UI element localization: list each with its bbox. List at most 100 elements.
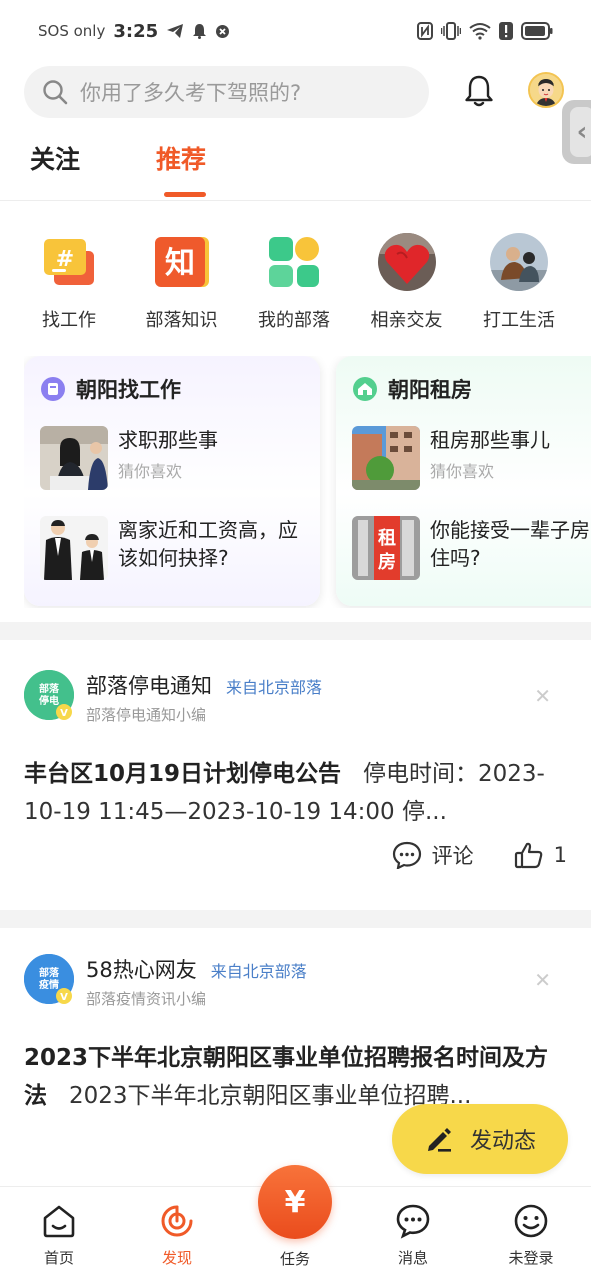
svg-text:停电: 停电 xyxy=(39,694,59,707)
vibrate-icon xyxy=(441,22,461,40)
tribe-avatar[interactable]: 部落 疫情 V xyxy=(24,954,74,1004)
status-bar: SOS only 3:25 xyxy=(0,0,591,62)
post-update-button[interactable]: 发动态 xyxy=(392,1104,568,1174)
card-title: 朝阳找工作 xyxy=(76,378,181,402)
quick-links: # 找工作 知 部落知识 我的部落 相亲交友 打工生活 xyxy=(14,232,574,332)
thumbs-up-icon[interactable] xyxy=(514,841,544,869)
comment-icon[interactable] xyxy=(392,841,422,869)
quick-link-my-tribe[interactable]: 我的部落 xyxy=(239,232,349,332)
topic-cards: 朝阳找工作 求职那些事 猜你喜欢 离家近和工资高，应该如何抉择? 朝阳租房 租房… xyxy=(24,356,591,608)
section-separator xyxy=(0,622,591,640)
card-item[interactable]: 离家近和工资高，应该如何抉择? xyxy=(40,516,304,580)
feed-tabs: 关注 推荐 xyxy=(30,140,207,200)
nav-label: 未登录 xyxy=(508,1249,554,1267)
svg-text:疫情: 疫情 xyxy=(39,978,59,991)
nfc-icon xyxy=(417,22,433,40)
tab-follow[interactable]: 关注 xyxy=(30,140,80,200)
divider xyxy=(0,200,591,201)
apartment-photo xyxy=(352,426,420,490)
quick-link-label: 打工生活 xyxy=(483,310,555,331)
my-tribe-grid-icon xyxy=(269,237,319,287)
job-seeker-photo xyxy=(40,426,108,490)
close-icon[interactable]: ✕ xyxy=(534,684,551,708)
message-icon xyxy=(396,1204,430,1239)
post-update-label: 发动态 xyxy=(469,1129,536,1154)
nav-label: 发现 xyxy=(161,1249,192,1267)
svg-text:租: 租 xyxy=(378,527,396,549)
telegram-icon xyxy=(167,24,184,38)
search-input[interactable]: 你用了多久考下驾照的? xyxy=(24,66,429,118)
card-item[interactable]: 求职那些事 猜你喜欢 xyxy=(40,426,304,490)
post-author[interactable]: 58热心网友 xyxy=(86,954,197,984)
comment-label[interactable]: 评论 xyxy=(432,840,474,870)
post-editor: 部落疫情资讯小编 xyxy=(86,990,207,1008)
card-item-title: 离家近和工资高，应该如何抉择? xyxy=(118,518,298,570)
notification-bell-icon xyxy=(193,24,207,39)
card-item-title: 求职那些事 xyxy=(118,428,218,452)
nav-messages[interactable]: 消息 xyxy=(373,1203,453,1268)
yuan-icon: ¥ xyxy=(284,1184,306,1220)
card-item-subtitle: 猜你喜欢 xyxy=(430,462,495,481)
topic-card-jobs[interactable]: 朝阳找工作 求职那些事 猜你喜欢 离家近和工资高，应该如何抉择? xyxy=(24,356,320,606)
card-item-title: 租房那些事儿 xyxy=(430,428,550,452)
svg-text:V: V xyxy=(60,708,68,719)
nav-profile[interactable]: 未登录 xyxy=(491,1203,571,1268)
post-source[interactable]: 来自北京部落 xyxy=(226,674,322,698)
nav-label: 任务 xyxy=(279,1250,310,1268)
topic-card-rent[interactable]: 朝阳租房 租房那些事儿 猜你喜欢 租房 你能接受一辈子房子住吗? xyxy=(336,356,591,606)
home-icon xyxy=(43,1205,75,1238)
quick-link-dating[interactable]: 相亲交友 xyxy=(352,232,462,332)
card-item[interactable]: 租房那些事儿 猜你喜欢 xyxy=(352,426,591,490)
quick-link-knowledge[interactable]: 知 部落知识 xyxy=(127,232,237,332)
tab-recommend[interactable]: 推荐 xyxy=(156,140,207,200)
quick-link-label: 找工作 xyxy=(42,310,96,331)
quick-link-job[interactable]: # 找工作 xyxy=(14,232,124,332)
avatar-face-icon xyxy=(530,74,562,106)
svg-text:V: V xyxy=(60,992,68,1003)
discover-icon xyxy=(161,1205,193,1237)
nav-label: 消息 xyxy=(397,1249,428,1267)
svg-text:知: 知 xyxy=(165,246,195,281)
business-people-photo xyxy=(40,516,108,580)
feed-post[interactable]: 部落 停电 V 部落停电通知 来自北京部落 部落停电通知小编 ✕ 丰台区10月19日… xyxy=(0,670,591,869)
post-content[interactable]: 丰台区10月19日计划停电公告 停电时间：2023-10-19 11:45—20… xyxy=(24,755,569,831)
house-icon xyxy=(353,377,377,401)
pencil-icon xyxy=(427,1128,451,1152)
nav-label: 首页 xyxy=(43,1249,74,1267)
wifi-icon xyxy=(469,23,491,40)
post-editor: 部落停电通知小编 xyxy=(86,706,207,724)
work-life-photo-icon xyxy=(490,233,548,291)
user-avatar[interactable] xyxy=(528,72,564,108)
notifications-bell-icon[interactable] xyxy=(464,74,494,108)
close-icon[interactable]: ✕ xyxy=(534,968,551,992)
rent-sign-photo: 租房 xyxy=(352,516,420,580)
card-item-subtitle: 猜你喜欢 xyxy=(118,462,183,481)
carrier-text: SOS only xyxy=(38,22,106,40)
post-headline: 丰台区10月19日计划停电公告 xyxy=(24,761,342,787)
post-source[interactable]: 来自北京部落 xyxy=(211,958,307,982)
chevron-left-icon: ‹ xyxy=(570,107,591,157)
nav-discover[interactable]: 发现 xyxy=(137,1203,217,1268)
svg-text:部落: 部落 xyxy=(39,682,60,695)
battery-icon xyxy=(521,22,553,40)
nav-home[interactable]: 首页 xyxy=(19,1203,99,1268)
search-row: 你用了多久考下驾照的? xyxy=(24,66,569,118)
post-actions: 评论 1 xyxy=(392,840,567,870)
feed-post[interactable]: 部落 疫情 V 58热心网友 来自北京部落 部落疫情资讯小编 ✕ 2023下半年北京… xyxy=(0,954,591,1115)
quick-link-label: 相亲交友 xyxy=(370,310,443,331)
job-hashtag-icon: # xyxy=(44,239,94,285)
card-title: 朝阳租房 xyxy=(388,378,472,402)
post-author[interactable]: 部落停电通知 xyxy=(86,670,212,700)
clock: 3:25 xyxy=(113,20,159,42)
side-drawer-handle[interactable]: ‹ xyxy=(562,100,591,164)
like-count: 1 xyxy=(553,843,567,867)
quick-link-work-life[interactable]: 打工生活 xyxy=(464,232,574,332)
tribe-avatar[interactable]: 部落 停电 V xyxy=(24,670,74,720)
card-item-title: 你能接受一辈子房子住吗? xyxy=(430,518,591,570)
alert-icon xyxy=(499,22,513,40)
svg-text:房: 房 xyxy=(378,551,396,573)
nav-task-button[interactable]: ¥ xyxy=(258,1165,332,1239)
search-placeholder: 你用了多久考下驾照的? xyxy=(80,81,302,105)
card-item[interactable]: 租房 你能接受一辈子房子住吗? xyxy=(352,516,591,580)
knowledge-icon: 知 xyxy=(154,237,209,287)
